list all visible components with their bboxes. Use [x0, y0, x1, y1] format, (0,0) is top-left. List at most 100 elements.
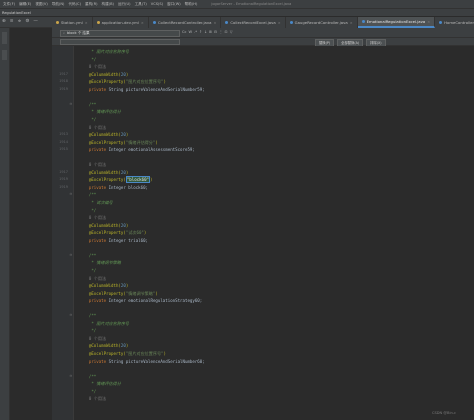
replace-input[interactable] [60, 38, 180, 45]
project-tool-button[interactable] [2, 32, 7, 44]
fold-icon[interactable]: ⊖ [69, 101, 73, 108]
breadcrumb-item[interactable]: RegulationExcel [2, 11, 31, 15]
editor-tab[interactable]: HomeController.java× [435, 17, 474, 28]
menu-item[interactable]: 导航(N) [52, 2, 65, 7]
search-option-icon[interactable]: ⊟ [214, 30, 217, 34]
search-option-icon[interactable]: Cc [182, 30, 187, 34]
code-line: */ [75, 207, 474, 214]
code-line: 0 个用法 [75, 335, 474, 342]
annotation: ) [155, 290, 158, 296]
code-line: /** [75, 101, 474, 108]
structure-tool-button[interactable] [2, 50, 7, 60]
annotation: ) [155, 139, 158, 145]
editor-tab[interactable]: CollectRecordController.java × [148, 17, 222, 28]
search-option-icon[interactable]: .* [194, 30, 197, 34]
line-number: 1919 [59, 177, 68, 182]
code-line: */ [75, 56, 474, 63]
code-line: /** [75, 252, 474, 259]
code-line: private Integer block60; [75, 184, 474, 191]
doc-comment: */ [79, 207, 97, 213]
code-line: 0 个用法 [75, 124, 474, 131]
code-line: * 图片对应名称序号 [75, 320, 474, 327]
editor-tab[interactable]: GaugeRecordController.java × [285, 17, 358, 28]
search-option-icon[interactable]: ▽ [230, 30, 233, 34]
menu-item[interactable]: 帮助(H) [185, 2, 198, 7]
file-type-icon [289, 21, 293, 24]
editor-tab[interactable]: Station.yml × [52, 17, 93, 28]
file-type-icon [225, 21, 229, 24]
annotation: ) [163, 79, 166, 85]
doc-comment: * 情绪评估得分 [79, 109, 121, 115]
code-line: */ [75, 267, 474, 274]
menu-item[interactable]: 工具(T) [135, 2, 147, 7]
search-option-icon[interactable]: ⊞ [209, 30, 212, 34]
usage-hint[interactable]: 0 个用法 [79, 64, 106, 69]
code-line: private String pictureValenceAndSerialNu… [75, 358, 474, 365]
keyword: private [79, 298, 109, 304]
usage-hint[interactable]: 0 个用法 [79, 276, 106, 281]
close-icon[interactable]: × [427, 20, 430, 24]
menu-item[interactable]: 运行(U) [118, 2, 131, 7]
code-line: * 情绪评估得分 [75, 380, 474, 387]
tab-label: EmotionalRegulationExcel.java [366, 19, 426, 24]
doc-comment: */ [79, 56, 97, 62]
code-line: @ExcelProperty("图片对应位置序号") [75, 78, 474, 85]
usage-hint[interactable]: 0 个用法 [79, 336, 106, 341]
keyword: private [79, 358, 109, 364]
code-line: @ColumnWidth(20) [75, 342, 474, 349]
globe-icon[interactable]: ⊕ [2, 19, 6, 25]
annotation: @ExcelProperty( [79, 177, 126, 183]
code-line: 0 个用法 [75, 275, 474, 282]
search-input[interactable]: ⌕ block 个 结果 [60, 29, 180, 37]
usage-hint[interactable]: 0 个用法 [79, 162, 106, 167]
search-option-icon[interactable]: ↑ [199, 30, 202, 34]
tab-label: GaugeRecordController.java [294, 20, 348, 25]
fold-icon[interactable]: ⊖ [69, 252, 73, 259]
line-number: 1919 [59, 184, 68, 189]
tab-label: CollectRecordExcel.java [230, 20, 276, 25]
string-literal: "情绪调节策略" [125, 290, 156, 296]
fold-icon[interactable]: ⊖ [69, 312, 73, 319]
code-line: * 情绪调节策略 [75, 259, 474, 266]
close-icon[interactable]: × [141, 21, 144, 25]
collapse-icon[interactable]: ≑ [18, 19, 22, 25]
usage-hint[interactable]: 0 个用法 [79, 396, 106, 401]
close-icon[interactable]: × [213, 21, 216, 25]
doc-comment: * 图片对应名称序号 [79, 49, 130, 54]
menu-item[interactable]: VCS(S) [151, 2, 163, 6]
usage-hint[interactable]: 0 个用法 [79, 125, 106, 130]
editor-tab[interactable]: application-dev.yml × [92, 17, 149, 28]
menu-item[interactable]: 重构(R) [85, 2, 98, 7]
usage-hint[interactable]: 0 个用法 [79, 215, 106, 220]
menu-item[interactable]: 编辑(E) [19, 2, 31, 7]
close-icon[interactable]: × [278, 21, 281, 25]
menu-item[interactable]: 构建(B) [101, 2, 113, 7]
fold-icon[interactable]: ⊖ [69, 373, 73, 380]
line-number: 1919 [59, 86, 68, 91]
editor-tab[interactable]: EmotionalRegulationExcel.java × [357, 17, 436, 28]
search-option-icon[interactable]: ⊡ [225, 30, 228, 34]
code-line: /** [75, 312, 474, 319]
menu-item[interactable]: 视图(V) [35, 2, 47, 7]
editor-tab[interactable]: CollectRecordExcel.java × [221, 17, 286, 28]
search-option-icon[interactable]: ↓ [204, 30, 207, 34]
minus-icon[interactable]: — [33, 19, 38, 25]
code-editor[interactable]: * 图片对应名称序号 */ 0 个用法 @ColumnWidth(20) @Ex… [75, 46, 474, 420]
search-option-icon[interactable]: ⋮ [219, 30, 223, 34]
menu-item[interactable]: 代码(C) [68, 2, 81, 7]
annotation: ) [163, 351, 166, 356]
fold-icon[interactable]: ⊖ [69, 191, 73, 198]
tab-label: application-dev.yml [101, 20, 139, 25]
close-icon[interactable]: × [350, 21, 353, 25]
close-icon[interactable]: × [85, 21, 88, 25]
settings-icon[interactable]: ⚙ [25, 19, 29, 25]
code-line: /** [75, 191, 474, 198]
align-icon[interactable]: ≡ [10, 19, 14, 25]
doc-comment: /** [79, 192, 97, 198]
search-option-icon[interactable]: W [189, 30, 193, 34]
menu-item[interactable]: 窗口(W) [167, 2, 181, 7]
file-type-icon [56, 21, 59, 24]
annotation: @ExcelProperty( [79, 351, 126, 356]
menu-item[interactable]: 文件(F) [3, 2, 15, 7]
